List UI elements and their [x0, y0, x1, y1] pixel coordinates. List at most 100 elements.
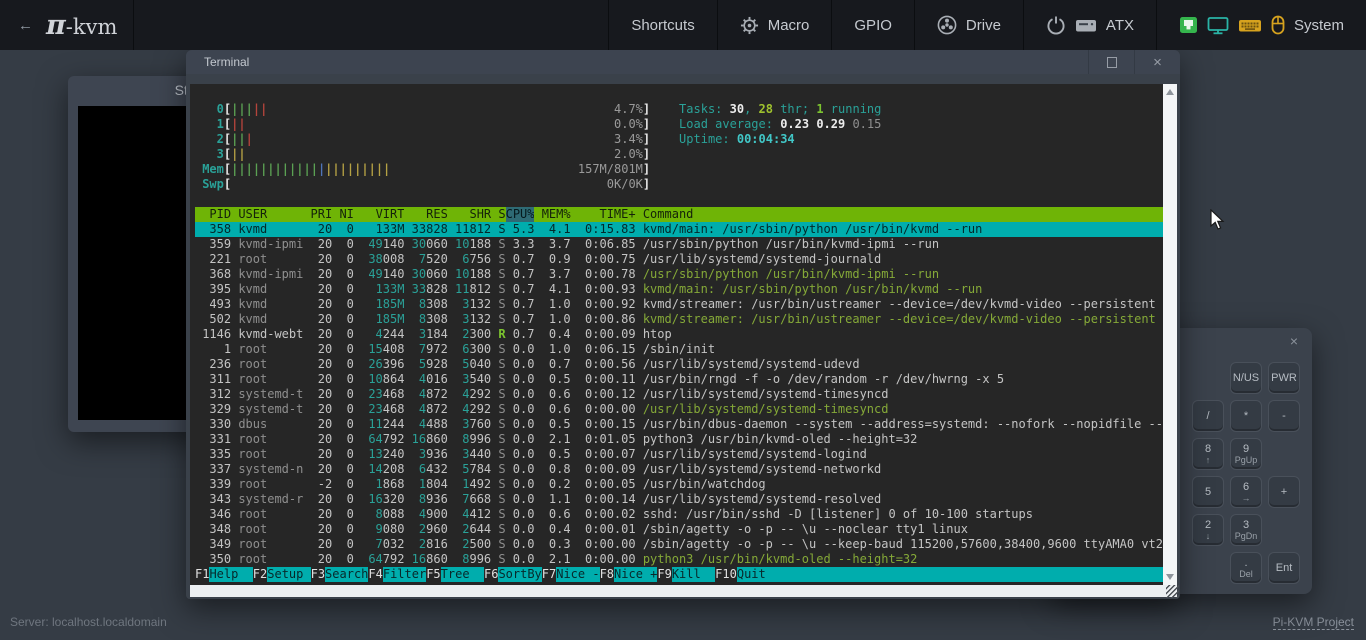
process-row-493[interactable]: 493kvmd200185M83083132S0.71.00:00.92kvmd… — [195, 297, 1163, 312]
close-button[interactable]: × — [1134, 50, 1180, 74]
process-row-368[interactable]: 368kvmd-ipmi200491403006010188S0.73.70:0… — [195, 267, 1163, 282]
meter-3: 3[||2.0%] — [195, 147, 650, 162]
fan-icon — [937, 15, 957, 35]
terminal-title: Terminal — [186, 55, 1088, 69]
terminal-titlebar[interactable]: Terminal × — [186, 50, 1180, 74]
process-row-1146[interactable]: 1146kvmd-webt200424431842300R0.70.40:00.… — [195, 327, 1163, 342]
fn-key-F9[interactable]: F9Kill — [657, 567, 715, 582]
terminal-window: Terminal × 0[|||||4.7%]1[||0.0%]2[|||3.4… — [186, 50, 1180, 599]
column-header-pid[interactable]: PID — [195, 207, 231, 222]
keypad-key-+[interactable]: + — [1268, 476, 1300, 508]
nav-item-system[interactable]: System — [1156, 0, 1366, 50]
process-rows: 358kvmd200133M3382811812S5.34.10:15.83kv… — [195, 222, 1163, 567]
process-row-349[interactable]: 349root200703228162500S0.00.30:00.00/sbi… — [195, 537, 1163, 552]
process-row-348[interactable]: 348root200908029602644S0.00.40:00.01/sbi… — [195, 522, 1163, 537]
fn-key-F2[interactable]: F2Setup — [253, 567, 311, 582]
keypad-key-3[interactable]: 3PgDn — [1230, 514, 1262, 546]
column-header-cmd[interactable]: Command — [636, 207, 1163, 222]
nav-item-atx[interactable]: ATX — [1023, 0, 1156, 50]
keypad-key-2[interactable]: 2↓ — [1192, 514, 1224, 546]
close-icon[interactable]: × — [1290, 334, 1298, 348]
process-row-358[interactable]: 358kvmd200133M3382811812S5.34.10:15.83kv… — [195, 222, 1163, 237]
column-header-ni[interactable]: NI — [332, 207, 354, 222]
process-row-221[interactable]: 221root2003800875206756S0.70.90:00.75/us… — [195, 252, 1163, 267]
process-row-329[interactable]: 329systemd-t2002346848724292S0.00.60:00.… — [195, 402, 1163, 417]
htop-view: 0[|||||4.7%]1[||0.0%]2[|||3.4%]3[||2.0%]… — [190, 84, 1163, 585]
process-row-335[interactable]: 335root2001324039363440S0.00.50:00.07/us… — [195, 447, 1163, 462]
process-row-346[interactable]: 346root200808849004412S0.00.60:00.02sshd… — [195, 507, 1163, 522]
fn-key-F5[interactable]: F5Tree — [426, 567, 484, 582]
process-row-331[interactable]: 331root20064792168608996S0.02.10:01.05py… — [195, 432, 1163, 447]
ethernet-icon — [1179, 16, 1198, 34]
nav-spacer — [134, 0, 608, 50]
nav-item-label: System — [1294, 17, 1344, 34]
nav-item-drive[interactable]: Drive — [914, 0, 1023, 50]
process-row-502[interactable]: 502kvmd200185M83083132S0.71.00:00.86kvmd… — [195, 312, 1163, 327]
keypad-key-N/US[interactable]: N/US — [1230, 362, 1262, 394]
nav-item-gpio[interactable]: GPIO — [831, 0, 914, 50]
nav-item-label: Macro — [768, 17, 810, 34]
keypad-key-6[interactable]: 6→ — [1230, 476, 1262, 508]
process-table: PIDUSERPRINIVIRTRESSHRSCPU%MEM%TIME+Comm… — [195, 207, 1163, 582]
logo-area: ← π-kvm — [0, 0, 134, 50]
keypad-key-PWR[interactable]: PWR — [1268, 362, 1300, 394]
pikvm-project-link[interactable]: Pi-KVM Project — [1273, 615, 1354, 630]
process-row-311[interactable]: 311root2001086440163540S0.00.50:00.11/us… — [195, 372, 1163, 387]
keypad-key-5[interactable]: 5 — [1192, 476, 1224, 508]
meter-Swp: Swp[0K/0K] — [195, 177, 650, 192]
keypad-key-.[interactable]: .Del — [1230, 552, 1262, 584]
process-row-1[interactable]: 1root2001540879726300S0.01.00:06.15/sbin… — [195, 342, 1163, 357]
column-header-s[interactable]: S — [491, 207, 505, 222]
column-header-pri[interactable]: PRI — [303, 207, 332, 222]
maximize-button[interactable] — [1088, 50, 1134, 74]
scroll-up-icon[interactable] — [1166, 89, 1174, 95]
nav-item-label: ATX — [1106, 17, 1134, 34]
process-row-359[interactable]: 359kvmd-ipmi200491403006010188S3.33.70:0… — [195, 237, 1163, 252]
info-line-1: Load average: 0.23 0.29 0.15 — [679, 117, 881, 132]
terminal-scrollbar[interactable] — [1163, 84, 1177, 585]
process-row-236[interactable]: 236root2002639659285040S0.00.70:00.56/us… — [195, 357, 1163, 372]
resize-grip[interactable] — [1166, 585, 1179, 598]
fn-key-F8[interactable]: F8Nice + — [600, 567, 658, 582]
keypad-key-*[interactable]: * — [1230, 400, 1262, 432]
case-icon — [1075, 17, 1097, 34]
column-header-shr[interactable]: SHR — [448, 207, 491, 222]
process-row-339[interactable]: 339root-20186818041492S0.00.20:00.05/usr… — [195, 477, 1163, 492]
nav-item-label: Shortcuts — [631, 17, 694, 34]
logo-pi: π — [46, 10, 66, 41]
process-row-350[interactable]: 350root20064792168608996S0.02.10:00.00py… — [195, 552, 1163, 567]
meter-Mem: Mem[||||||||||||||||||||||157M/801M] — [195, 162, 650, 177]
nav-item-macro[interactable]: Macro — [717, 0, 832, 50]
fn-key-F6[interactable]: F6SortBy — [484, 567, 542, 582]
meter-2: 2[|||3.4%] — [195, 132, 650, 147]
keypad-key-9[interactable]: 9PgUp — [1230, 438, 1262, 470]
column-header-mem[interactable]: MEM% — [534, 207, 570, 222]
scroll-down-icon[interactable] — [1166, 574, 1174, 580]
meter-0: 0[|||||4.7%] — [195, 102, 650, 117]
fn-key-F7[interactable]: F7Nice - — [542, 567, 600, 582]
fn-key-F10[interactable]: F10Quit — [715, 567, 780, 582]
fn-key-F1[interactable]: F1Help — [195, 567, 253, 582]
power-icon — [1046, 15, 1066, 35]
keypad-key-/[interactable]: / — [1192, 400, 1224, 432]
process-row-312[interactable]: 312systemd-t2002346848724292S0.00.60:00.… — [195, 387, 1163, 402]
keypad-key-Ent[interactable]: Ent — [1268, 552, 1300, 584]
column-header-virt[interactable]: VIRT — [354, 207, 405, 222]
back-arrow[interactable]: ← — [18, 17, 33, 34]
process-row-343[interactable]: 343systemd-r2001632089367668S0.01.10:00.… — [195, 492, 1163, 507]
fn-key-F4[interactable]: F4Filter — [368, 567, 426, 582]
process-row-337[interactable]: 337systemd-n2001420864325784S0.00.80:00.… — [195, 462, 1163, 477]
process-row-395[interactable]: 395kvmd200133M3382811812S0.74.10:00.93kv… — [195, 282, 1163, 297]
column-header-time[interactable]: TIME+ — [571, 207, 636, 222]
keypad-key--[interactable]: - — [1268, 400, 1300, 432]
column-header-cpu[interactable]: CPU% — [506, 207, 535, 222]
meter-1: 1[||0.0%] — [195, 117, 650, 132]
fn-key-F3[interactable]: F3Search — [311, 567, 369, 582]
keypad-key-8[interactable]: 8↑ — [1192, 438, 1224, 470]
column-header-res[interactable]: RES — [404, 207, 447, 222]
process-row-330[interactable]: 330dbus2001124444883760S0.00.50:00.15/us… — [195, 417, 1163, 432]
column-header-user[interactable]: USER — [231, 207, 303, 222]
process-header: PIDUSERPRINIVIRTRESSHRSCPU%MEM%TIME+Comm… — [195, 207, 1163, 222]
close-icon: × — [1153, 55, 1162, 70]
nav-item-shortcuts[interactable]: Shortcuts — [608, 0, 716, 50]
